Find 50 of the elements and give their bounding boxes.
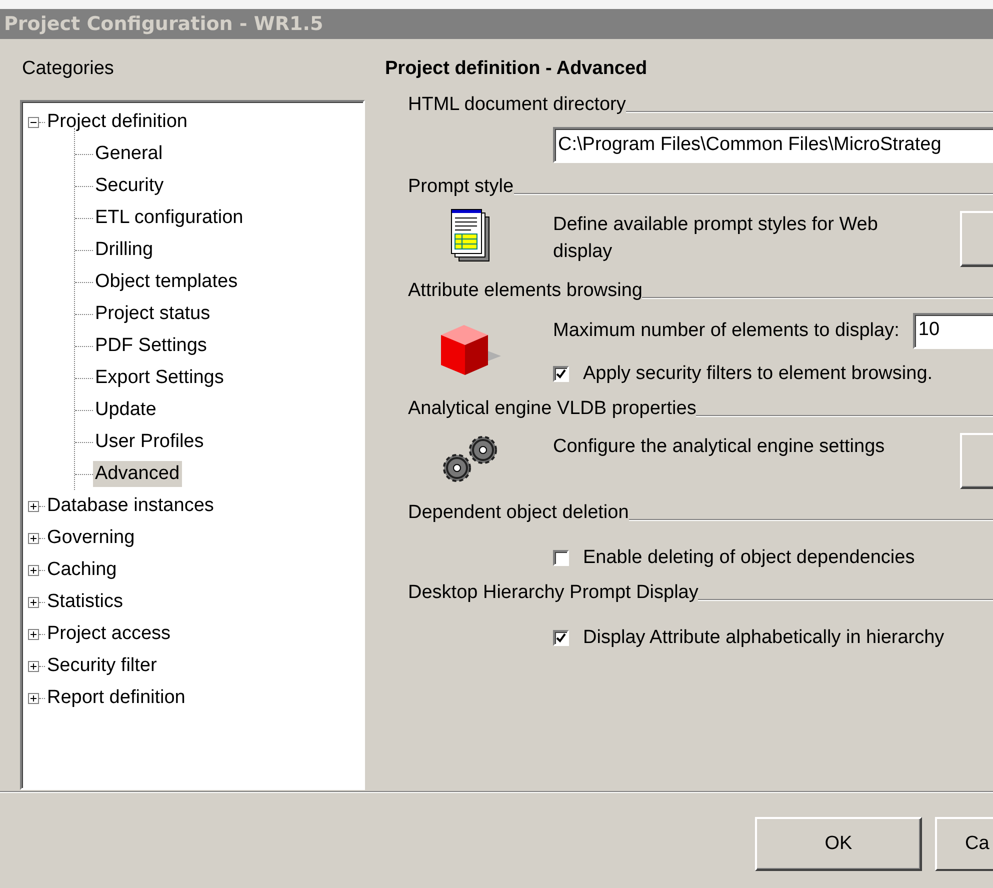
dialog-button[interactable]: Ca <box>935 817 993 871</box>
tree-item[interactable]: General <box>93 141 165 167</box>
tree-item[interactable]: Drilling <box>93 237 156 263</box>
number-field[interactable]: 10 <box>913 313 993 349</box>
section-description: Configure the analytical engine settings <box>553 435 886 459</box>
dialog-button[interactable]: OK <box>755 817 922 871</box>
section-title: Dependent object deletion <box>408 501 629 525</box>
expander-icon[interactable] <box>28 692 39 704</box>
expander-icon[interactable] <box>28 596 39 608</box>
expander-icon[interactable] <box>28 564 39 576</box>
checkbox-label: Enable deleting of object dependencies <box>583 547 915 569</box>
tree-item[interactable]: Caching <box>45 557 119 583</box>
tree-item[interactable]: Security filter <box>45 653 159 679</box>
section-title: HTML document directory <box>408 93 626 117</box>
section-title: Analytical engine VLDB properties <box>408 397 696 421</box>
document-icon <box>450 209 490 263</box>
tree-item[interactable]: Database instances <box>45 493 216 519</box>
checkbox[interactable] <box>553 630 569 646</box>
tree-item[interactable]: Security <box>93 173 166 199</box>
expander-icon[interactable] <box>28 116 39 128</box>
directory-field[interactable]: C:\Program Files\Common Files\MicroStrateg <box>553 127 993 163</box>
tree-item[interactable]: Statistics <box>45 589 126 615</box>
categories-label: Categories <box>21 57 115 81</box>
tree-item[interactable]: User Profiles <box>93 429 206 455</box>
section-title: Desktop Hierarchy Prompt Display <box>408 581 698 605</box>
expander-icon[interactable] <box>28 628 39 640</box>
panel-heading: Project definition - Advanced <box>385 57 648 81</box>
tree-item[interactable]: Report definition <box>45 685 188 711</box>
tree-item[interactable]: PDF Settings <box>93 333 209 359</box>
tree-item[interactable]: Object templates <box>93 269 240 295</box>
checkbox-label: Apply security filters to element browsing. <box>583 363 933 385</box>
tree-item[interactable]: Project status <box>93 301 212 327</box>
tree-item[interactable]: Project access <box>45 621 173 647</box>
section-title: Prompt style <box>408 175 514 199</box>
tree-item[interactable]: Advanced <box>93 461 182 487</box>
tree-item[interactable]: Export Settings <box>93 365 226 391</box>
checkbox[interactable] <box>553 550 569 566</box>
field-label: Maximum number of elements to display: <box>553 320 900 342</box>
checkbox-label: Display Attribute alphabetically in hierarchy <box>583 627 944 649</box>
tree-item[interactable]: Project definition <box>45 109 190 135</box>
section-description: Define available prompt styles for Web display <box>553 213 879 264</box>
expander-icon[interactable] <box>28 532 39 544</box>
section-title: Attribute elements browsing <box>408 279 642 303</box>
expander-icon[interactable] <box>28 660 39 672</box>
tree-item[interactable]: Governing <box>45 525 137 551</box>
checkbox[interactable] <box>553 366 569 382</box>
expander-icon[interactable] <box>28 500 39 512</box>
tree-item[interactable]: ETL configuration <box>93 205 246 231</box>
tree-item[interactable]: Update <box>93 397 158 423</box>
window-title: Project Configuration - WR1.5 <box>4 13 324 35</box>
